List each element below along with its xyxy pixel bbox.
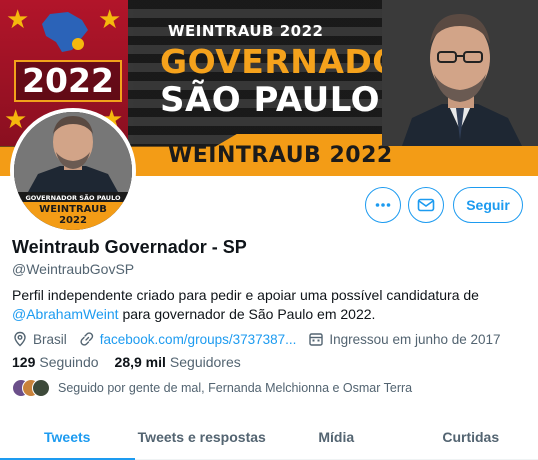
- profile-avatar[interactable]: GOVERNADOR SÃO PAULO WEINTRAUB 2022: [10, 108, 136, 234]
- banner-portrait: [382, 0, 538, 146]
- brazil-map-icon: [42, 12, 88, 52]
- followers-link[interactable]: 28,9 mil Seguidores: [115, 354, 241, 370]
- follower-avatars: [12, 379, 50, 397]
- follow-stats: 129 Seguindo 28,9 mil Seguidores: [12, 354, 257, 370]
- profile-tabs: Tweets Tweets e respostas Mídia Curtidas: [0, 414, 538, 460]
- banner-year: 2022: [14, 60, 122, 102]
- avatar: [32, 379, 50, 397]
- tab-tweets-and-replies[interactable]: Tweets e respostas: [135, 414, 270, 459]
- profile-bio: Perfil independente criado para pedir e …: [12, 287, 479, 322]
- display-name: Weintraub Governador - SP: [12, 237, 247, 257]
- star-icon: ★: [98, 4, 122, 34]
- avatar-name: WEINTRAUB 2022: [39, 204, 107, 226]
- follow-button[interactable]: Seguir: [453, 187, 523, 223]
- website-link[interactable]: facebook.com/groups/3737387...: [100, 332, 297, 347]
- joined-date: Ingressou em junho de 2017: [308, 331, 501, 347]
- banner-title-sao-paulo: SÃO PAULO: [160, 80, 381, 120]
- profile-meta: Brasil facebook.com/groups/3737387... In…: [12, 330, 513, 348]
- star-icon: ★: [6, 4, 30, 34]
- tab-media[interactable]: Mídia: [269, 414, 404, 459]
- tab-likes[interactable]: Curtidas: [404, 414, 538, 459]
- calendar-icon: [309, 333, 324, 346]
- user-handle: @WeintraubGovSP: [12, 261, 135, 277]
- followed-by-text: Seguido por gente de mal, Fernanda Melch…: [58, 381, 413, 395]
- location: Brasil: [12, 331, 67, 347]
- followed-by[interactable]: Seguido por gente de mal, Fernanda Melch…: [12, 378, 412, 398]
- banner-name-big: WEINTRAUB 2022: [168, 143, 393, 168]
- message-button[interactable]: [408, 187, 444, 223]
- location-pin-icon: [14, 331, 26, 347]
- star-icon: ★: [4, 104, 28, 134]
- website: facebook.com/groups/3737387...: [79, 331, 297, 347]
- envelope-icon: [417, 198, 435, 212]
- link-icon: [80, 332, 93, 346]
- avatar-caption: GOVERNADOR SÃO PAULO: [25, 194, 121, 202]
- tab-tweets[interactable]: Tweets: [0, 414, 135, 460]
- following-link[interactable]: 129 Seguindo: [12, 354, 99, 370]
- more-dots-icon: [375, 203, 391, 207]
- banner-name-small: WEINTRAUB 2022: [168, 22, 324, 40]
- bio-mention-link[interactable]: @AbrahamWeint: [12, 306, 119, 322]
- more-button[interactable]: [365, 187, 401, 223]
